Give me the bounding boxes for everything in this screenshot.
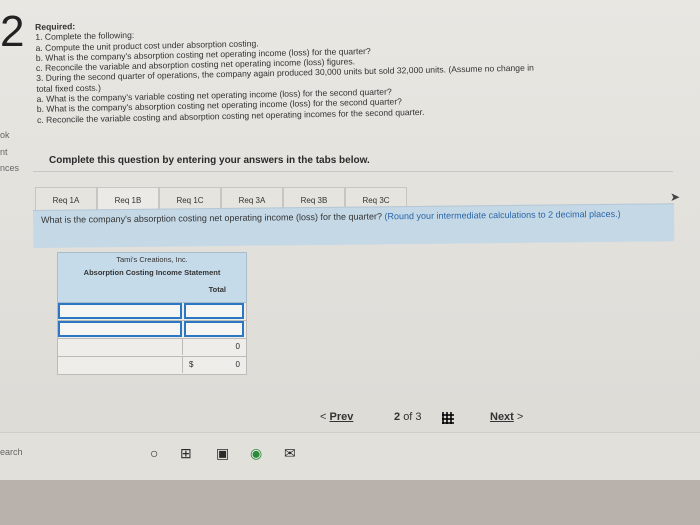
- income-statement: Tami's Creations, Inc. Absorption Costin…: [57, 252, 247, 375]
- instruction-text: Complete this question by entering your …: [33, 150, 673, 172]
- company-name: Tami's Creations, Inc.: [116, 255, 188, 264]
- line-item-cell: [58, 357, 183, 373]
- question-prompt: What is the company's absorption costing…: [33, 203, 675, 248]
- page-indicator: 2 of 3: [394, 411, 422, 423]
- side-label-1: ok: [0, 130, 10, 140]
- statement-row: $ 0: [57, 357, 247, 375]
- question-number: 2: [0, 7, 25, 56]
- line-item-input[interactable]: [58, 303, 182, 319]
- mail-icon[interactable]: ✉: [284, 445, 296, 462]
- statement-row: 0: [57, 339, 247, 357]
- prev-button[interactable]: < Prev: [320, 411, 353, 423]
- amount-value: 0: [235, 360, 240, 369]
- statement-header: Tami's Creations, Inc. Absorption Costin…: [57, 252, 247, 303]
- statement-row: [57, 303, 247, 321]
- taskbar-search[interactable]: earch: [0, 447, 23, 457]
- amount-input[interactable]: [184, 303, 244, 319]
- amount-input[interactable]: [184, 321, 244, 337]
- prompt-note: (Round your intermediate calculations to…: [384, 208, 621, 222]
- side-label-2: nt: [0, 147, 8, 157]
- chevron-left-icon: <: [320, 411, 327, 423]
- mouse-cursor-icon: ➤: [670, 190, 681, 204]
- store-icon[interactable]: ▣: [216, 445, 229, 462]
- next-label: Next: [490, 411, 514, 423]
- requirements-block: Required: 1. Complete the following: a. …: [35, 9, 677, 125]
- statement-title: Absorption Costing Income Statement: [83, 268, 221, 277]
- statement-row: [57, 321, 247, 339]
- grid-icon[interactable]: [442, 412, 454, 424]
- prev-label: Prev: [329, 411, 354, 423]
- line-item-input[interactable]: [58, 321, 182, 337]
- monitor-bezel: [0, 480, 700, 525]
- cortana-icon[interactable]: ○: [150, 445, 158, 461]
- chrome-icon[interactable]: ◉: [250, 445, 262, 462]
- page-current: 2: [394, 411, 401, 423]
- column-header-total: Total: [208, 285, 226, 294]
- task-view-icon[interactable]: ⊞: [180, 445, 192, 462]
- amount-value: 0: [235, 342, 240, 351]
- page-total: of 3: [403, 411, 422, 423]
- chevron-right-icon: >: [516, 411, 524, 423]
- prompt-text: What is the company's absorption costing…: [41, 211, 383, 225]
- taskbar: earch ○ ⊞ ▣ ◉ ✉: [0, 432, 700, 481]
- next-button[interactable]: Next >: [490, 411, 523, 423]
- screen: 2 ok nt nces Required: 1. Complete the f…: [0, 0, 700, 481]
- line-item-cell: [58, 339, 183, 355]
- side-label-3: nces: [0, 163, 20, 173]
